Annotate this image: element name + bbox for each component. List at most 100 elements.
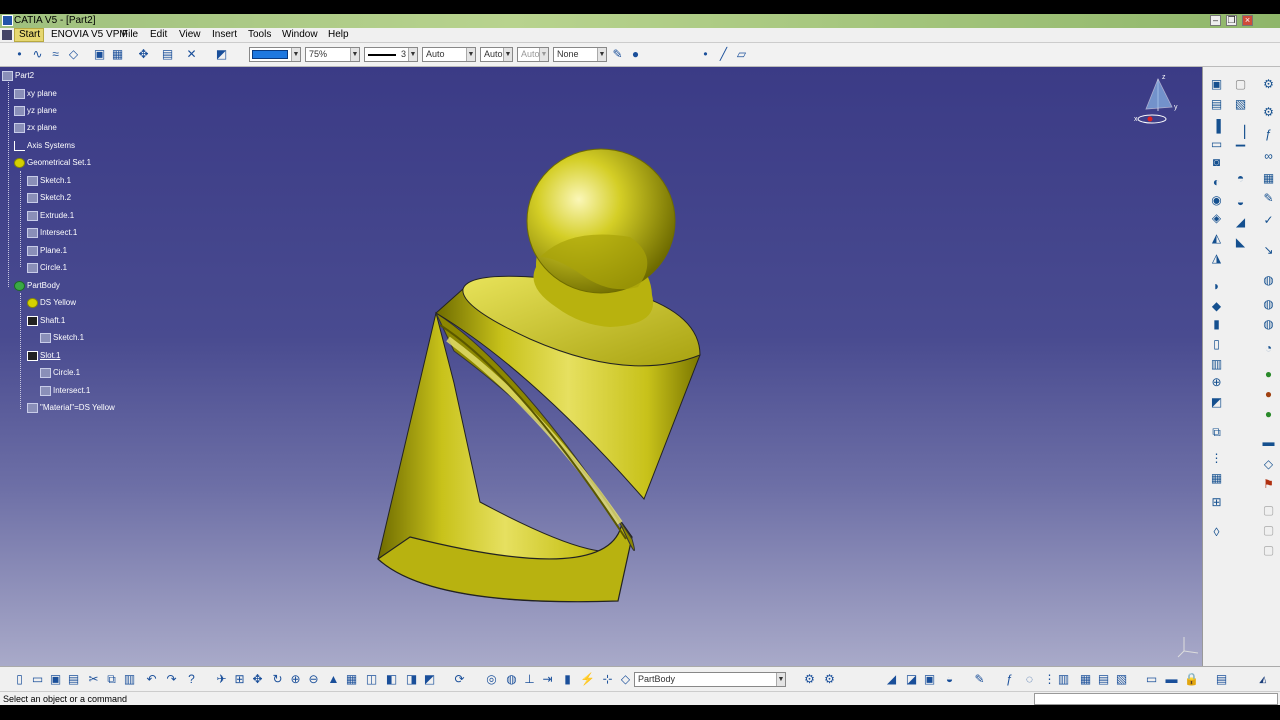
- close-surface-icon[interactable]: ◒: [1233, 195, 1248, 210]
- compass-icon[interactable]: z y x: [1128, 71, 1188, 131]
- tree-node-intersect[interactable]: Intersect.1: [27, 228, 77, 238]
- section-icon[interactable]: ▮: [560, 672, 575, 687]
- slot-tool-icon[interactable]: ◭: [1209, 231, 1224, 246]
- boolean-icon[interactable]: ◊: [1209, 525, 1224, 540]
- shading-icon[interactable]: ◧: [384, 672, 399, 687]
- 3d-part-model[interactable]: [370, 107, 710, 607]
- grid-icon[interactable]: ▤: [160, 47, 175, 62]
- boolean-add-icon[interactable]: ⚙: [822, 672, 837, 687]
- new-file-icon[interactable]: ▯: [12, 672, 27, 687]
- menu-view[interactable]: View: [179, 29, 201, 40]
- pattern-icon[interactable]: ⋮: [1209, 451, 1224, 466]
- plane-tool-icon[interactable]: ▱: [734, 47, 749, 62]
- save-icon[interactable]: ▣: [48, 672, 63, 687]
- tree-node-shaft-sketch[interactable]: Sketch.1: [40, 333, 84, 343]
- pocket-icon[interactable]: ▭: [1209, 137, 1224, 152]
- scene-icon[interactable]: ●: [1261, 407, 1276, 422]
- zoom-out-icon[interactable]: ⊖: [306, 672, 321, 687]
- tree-node-partbody[interactable]: PartBody: [14, 281, 60, 291]
- exit-workbench-icon[interactable]: ▣: [1209, 77, 1224, 92]
- rotate-icon[interactable]: ↻: [270, 672, 285, 687]
- catalog-bottom-icon[interactable]: ▬: [1164, 672, 1179, 687]
- snap-icon[interactable]: ⊹: [600, 672, 615, 687]
- close-button[interactable]: ×: [1242, 15, 1253, 26]
- formula-icon[interactable]: ƒ: [1261, 127, 1276, 142]
- powercopy-icon[interactable]: ◍: [1261, 297, 1276, 312]
- sketch-tool-icon[interactable]: ▢: [1233, 77, 1248, 92]
- lock-icon[interactable]: 🔒: [1184, 672, 1199, 687]
- mirror-icon[interactable]: ⧉: [1209, 425, 1224, 440]
- check-icon[interactable]: ✓: [1261, 213, 1276, 228]
- iso-view-icon[interactable]: ◫: [364, 672, 379, 687]
- distance-icon[interactable]: ⇥: [540, 672, 555, 687]
- draft-icon[interactable]: ▮: [1209, 317, 1224, 332]
- undo-icon[interactable]: ↶: [144, 672, 159, 687]
- tree-node-xy-plane[interactable]: xy plane: [14, 89, 57, 99]
- sketch-icon[interactable]: ▣: [92, 47, 107, 62]
- point-icon[interactable]: •: [12, 47, 27, 62]
- capture-view-icon[interactable]: ▧: [1114, 672, 1129, 687]
- design-table-icon[interactable]: ▦: [1261, 171, 1276, 186]
- menu-insert[interactable]: Insert: [212, 29, 237, 40]
- pan-icon[interactable]: ✥: [250, 672, 265, 687]
- apply-material-icon[interactable]: ●: [1261, 367, 1276, 382]
- userfeature-icon[interactable]: ◍: [1261, 317, 1276, 332]
- view-icon[interactable]: ◇: [1261, 457, 1276, 472]
- sketcher-icon[interactable]: ▤: [1209, 97, 1224, 112]
- comment-icon[interactable]: ◌: [1022, 672, 1037, 687]
- photo-studio-icon[interactable]: ▤: [1214, 672, 1229, 687]
- knowledge-icon[interactable]: ⚙: [1261, 105, 1276, 120]
- layer-auto-select[interactable]: Auto ▼: [517, 47, 549, 62]
- update-icon[interactable]: ⟳: [452, 672, 467, 687]
- define-work-object-icon[interactable]: ◇: [618, 672, 633, 687]
- print-icon[interactable]: ▤: [66, 672, 81, 687]
- tree-node-slot[interactable]: Slot.1: [27, 351, 60, 361]
- dimension-icon[interactable]: ▦: [1078, 672, 1093, 687]
- translate-icon[interactable]: ◩: [1209, 395, 1224, 410]
- restore-button[interactable]: ❐: [1226, 15, 1237, 26]
- tree-node-shaft[interactable]: Shaft.1: [27, 316, 65, 326]
- split-icon[interactable]: ▕: [1233, 125, 1248, 140]
- grid-pattern-icon[interactable]: ▦: [1209, 471, 1224, 486]
- instantiate-icon[interactable]: ◔: [1261, 341, 1276, 356]
- current-body-select[interactable]: PartBody ▼: [634, 672, 786, 687]
- tree-node-zx-plane[interactable]: zx plane: [14, 123, 57, 133]
- capture-icon[interactable]: ▢: [1261, 503, 1276, 518]
- hide-show-icon[interactable]: ◨: [404, 672, 419, 687]
- fly-mode-icon[interactable]: ✈: [214, 672, 229, 687]
- point-symbol-select[interactable]: Auto ▼: [480, 47, 513, 62]
- measure-icon[interactable]: ✥: [136, 47, 151, 62]
- tree-node-part[interactable]: Part2: [2, 71, 34, 81]
- format-painter-icon[interactable]: ✎: [610, 47, 625, 62]
- tree-node-slot-intersect[interactable]: Intersect.1: [40, 386, 90, 396]
- catalog-icon[interactable]: ◍: [1261, 273, 1276, 288]
- line-weight-select[interactable]: 3 ▼: [364, 47, 418, 62]
- draft-angle-icon[interactable]: ◢: [1233, 215, 1248, 230]
- line-tool-icon[interactable]: ╱: [716, 47, 731, 62]
- thick-surface-icon[interactable]: ▔: [1233, 145, 1248, 160]
- shaft-icon[interactable]: ◙: [1209, 155, 1224, 170]
- annotation-icon[interactable]: ▬: [1261, 435, 1276, 450]
- minimize-button[interactable]: –: [1210, 15, 1221, 26]
- measure-inertia-icon[interactable]: ⊥: [522, 672, 537, 687]
- fit-all-icon[interactable]: ⊞: [232, 672, 247, 687]
- clash-icon[interactable]: ⚡: [580, 672, 595, 687]
- analysis-bottom-icon[interactable]: ▭: [1144, 672, 1159, 687]
- zoom-in-icon[interactable]: ⊕: [288, 672, 303, 687]
- menu-edit[interactable]: Edit: [150, 29, 167, 40]
- fillet-icon[interactable]: ◗: [1209, 279, 1224, 294]
- measure-item-icon[interactable]: ◍: [504, 672, 519, 687]
- shell-icon[interactable]: ▯: [1209, 337, 1224, 352]
- spline-icon[interactable]: ∿: [30, 47, 45, 62]
- menu-help[interactable]: Help: [328, 29, 349, 40]
- thread-icon[interactable]: ⊕: [1209, 375, 1224, 390]
- remove-face-icon[interactable]: ◣: [1233, 235, 1248, 250]
- helix-icon[interactable]: ≈: [48, 47, 63, 62]
- render-icon[interactable]: ●: [1261, 387, 1276, 402]
- boolean-assemble-icon[interactable]: ⚙: [802, 672, 817, 687]
- join-icon[interactable]: ◪: [904, 672, 919, 687]
- analysis-icon[interactable]: ◩: [214, 47, 229, 62]
- tree-node-slot-circle[interactable]: Circle.1: [40, 368, 80, 378]
- menu-start[interactable]: Start: [14, 28, 44, 42]
- rib-icon[interactable]: ◈: [1209, 211, 1224, 226]
